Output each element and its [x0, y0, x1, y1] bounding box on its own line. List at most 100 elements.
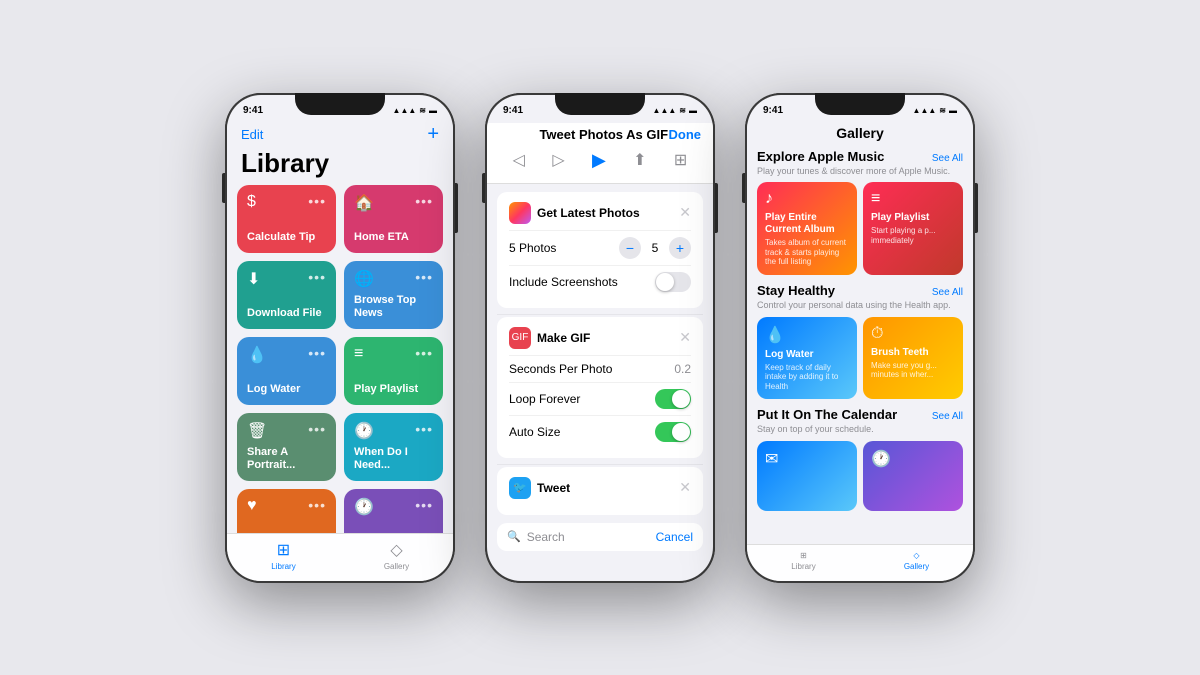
clock-calendar-card[interactable]: 🕐 — [863, 441, 963, 511]
play-playlist-menu[interactable]: ••• — [415, 345, 433, 361]
email-icon: ✉ — [765, 449, 849, 469]
tweet-close[interactable]: ✕ — [679, 479, 691, 496]
tweet-card: 🐦 Tweet ✕ — [497, 467, 703, 515]
apple-music-section-title: Explore Apple Music — [757, 149, 884, 164]
edit-button[interactable]: Edit — [241, 127, 263, 142]
aww-menu[interactable]: ••• — [308, 497, 326, 513]
tab-library-3[interactable]: ⊞ Library — [747, 551, 860, 571]
play-entire-album-card[interactable]: ♪ Play Entire Current Album Takes album … — [757, 182, 857, 275]
gif-toolbar: ◁ ▷ ▶ ⬆ ⊞ — [499, 146, 701, 175]
when-do-i-need-icon: 🕐 — [354, 421, 374, 441]
log-water-gallery-title: Log Water — [765, 349, 849, 361]
gif-search-bar[interactable]: 🔍 Search Cancel — [497, 523, 703, 551]
photos-increment-button[interactable]: + — [669, 237, 691, 259]
gallery-tab-icon-3: ◇ — [913, 551, 919, 560]
when-do-i-need-label: When Do I Need... — [354, 446, 433, 472]
calendar-see-all[interactable]: See All — [932, 411, 963, 422]
include-screenshots-toggle[interactable] — [655, 272, 691, 292]
library-title: Library — [241, 148, 439, 179]
undo-button[interactable]: ◁ — [513, 150, 525, 170]
brush-teeth-card[interactable]: ⏱ Brush Teeth Make sure you g... minutes… — [863, 317, 963, 400]
auto-size-toggle[interactable] — [655, 422, 691, 442]
auto-size-row: Auto Size — [509, 415, 691, 448]
clock-icon: 🕐 — [871, 449, 955, 469]
stay-healthy-see-all[interactable]: See All — [932, 287, 963, 298]
photos-decrement-button[interactable]: − — [619, 237, 641, 259]
shortcut-log-water[interactable]: 💧 ••• Log Water — [237, 337, 336, 405]
share-portrait-label: Share A Portrait... — [247, 446, 326, 472]
download-file-label: Download File — [247, 307, 326, 320]
shortcut-calculate-tip[interactable]: $ ••• Calculate Tip — [237, 185, 336, 253]
calendar-subtitle: Stay on top of your schedule. — [757, 424, 963, 436]
gallery-tab-label-3: Gallery — [904, 562, 929, 571]
play-album-sub: Takes album of current track & starts pl… — [765, 238, 849, 267]
redo-button[interactable]: ▷ — [552, 150, 564, 170]
log-water-gallery-sub: Keep track of daily intake by adding it … — [765, 363, 849, 392]
time-3: 9:41 — [763, 105, 783, 116]
seconds-per-photo-label: Seconds Per Photo — [509, 362, 612, 376]
apple-music-see-all[interactable]: See All — [932, 153, 963, 164]
photos-stepper: − 5 + — [619, 237, 691, 259]
get-latest-photos-close[interactable]: ✕ — [679, 204, 691, 221]
battery-icon-3: ▬ — [949, 106, 957, 115]
tab-library-1[interactable]: ⊞ Library — [227, 540, 340, 571]
water-drop-icon: 💧 — [765, 325, 849, 345]
tab-gallery-3[interactable]: ◇ Gallery — [860, 551, 973, 571]
settings-button[interactable]: ⊞ — [674, 150, 687, 170]
shortcut-play-playlist[interactable]: ≡ ••• Play Playlist — [344, 337, 443, 405]
shortcut-laundry-timer[interactable]: 🕐 ••• Laundry Timer — [344, 489, 443, 533]
library-tab-label-3: Library — [791, 562, 815, 571]
share-portrait-menu[interactable]: ••• — [308, 421, 326, 437]
phone-1-screen: 9:41 ▲▲▲ ≋ ▬ Edit + Library — [227, 95, 453, 581]
search-cancel-button[interactable]: Cancel — [656, 530, 693, 544]
status-icons-1: ▲▲▲ ≋ ▬ — [393, 106, 437, 115]
shortcut-download-file[interactable]: ⬇ ••• Download File — [237, 261, 336, 329]
seconds-per-photo-row: Seconds Per Photo 0.2 — [509, 355, 691, 382]
play-button[interactable]: ▶ — [592, 150, 606, 171]
log-water-menu[interactable]: ••• — [308, 345, 326, 361]
get-latest-photos-card: Get Latest Photos ✕ 5 Photos − 5 + — [497, 192, 703, 308]
shortcut-home-eta[interactable]: 🏠 ••• Home ETA — [344, 185, 443, 253]
seconds-per-photo-value: 0.2 — [674, 362, 691, 376]
email-calendar-card[interactable]: ✉ — [757, 441, 857, 511]
wifi-icon-2: ≋ — [679, 106, 686, 115]
status-icons-2: ▲▲▲ ≋ ▬ — [653, 106, 697, 115]
download-file-menu[interactable]: ••• — [308, 269, 326, 285]
gif-done-button[interactable]: Done — [669, 127, 702, 142]
play-playlist-card[interactable]: ≡ Play Playlist Start playing a p... imm… — [863, 182, 963, 275]
when-do-i-need-menu[interactable]: ••• — [415, 421, 433, 437]
library-tab-label-1: Library — [271, 562, 295, 571]
aww-icon: ♥ — [247, 497, 257, 515]
log-water-gallery-card[interactable]: 💧 Log Water Keep track of daily intake b… — [757, 317, 857, 400]
notch-2 — [555, 93, 645, 115]
library-header: Edit + Library — [227, 123, 453, 185]
make-gif-close[interactable]: ✕ — [679, 329, 691, 346]
tab-gallery-1[interactable]: ◇ Gallery — [340, 540, 453, 571]
timer-icon: ⏱ — [871, 325, 955, 343]
shortcut-share-portrait[interactable]: 🗑 ••• Share A Portrait... — [237, 413, 336, 481]
photos-app-icon — [509, 202, 531, 224]
calculate-tip-menu[interactable]: ••• — [308, 193, 326, 209]
brush-teeth-title: Brush Teeth — [871, 347, 955, 359]
music-note-icon: ♪ — [765, 190, 849, 208]
playlist-icon: ≡ — [871, 190, 955, 208]
browse-top-news-menu[interactable]: ••• — [415, 269, 433, 285]
divider-2 — [497, 464, 703, 465]
shortcut-browse-top-news[interactable]: 🌐 ••• Browse Top News — [344, 261, 443, 329]
make-gif-card: GIF Make GIF ✕ Seconds Per Photo 0.2 Loo… — [497, 317, 703, 458]
gif-editor-header: Tweet Photos As GIF Done ◁ ▷ ▶ ⬆ ⊞ — [487, 123, 713, 184]
status-icons-3: ▲▲▲ ≋ ▬ — [913, 106, 957, 115]
add-shortcut-button[interactable]: + — [427, 123, 439, 146]
log-water-icon: 💧 — [247, 345, 267, 365]
loop-forever-toggle[interactable] — [655, 389, 691, 409]
share-portrait-icon: 🗑 — [247, 421, 267, 441]
share-button[interactable]: ⬆ — [633, 150, 646, 170]
shortcut-aww[interactable]: ♥ ••• Aww — [237, 489, 336, 533]
divider-1 — [497, 314, 703, 315]
wifi-icon-3: ≋ — [939, 106, 946, 115]
laundry-timer-menu[interactable]: ••• — [415, 497, 433, 513]
gif-title: Tweet Photos As GIF — [539, 127, 669, 142]
make-gif-icon: GIF — [509, 327, 531, 349]
home-eta-menu[interactable]: ••• — [415, 193, 433, 209]
shortcut-when-do-i-need[interactable]: 🕐 ••• When Do I Need... — [344, 413, 443, 481]
